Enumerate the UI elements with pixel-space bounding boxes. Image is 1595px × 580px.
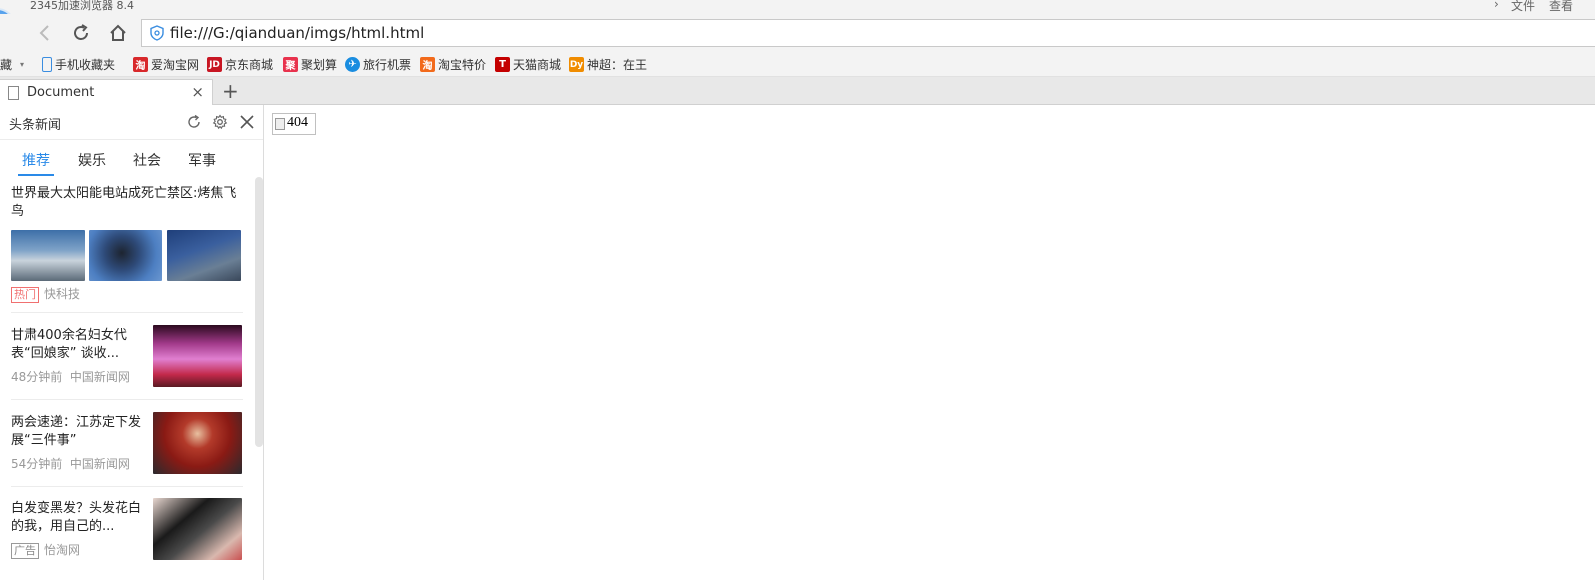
news-image[interactable] [89,230,162,281]
bookmark-label: 天猫商城 [513,58,562,72]
back-arrow-icon [39,25,49,41]
back-button[interactable] [32,20,58,46]
address-bar[interactable]: file:///G:/qianduan/imgs/html.html [141,19,1595,47]
bookmark-item[interactable]: ✈ 旅行机票 [345,56,411,73]
reload-icon [74,24,88,40]
news-image[interactable] [153,325,242,387]
broken-image-alt: 404 [287,115,308,130]
tmall-icon: T [495,57,510,72]
bookmark-item[interactable]: Dy 神超：在王 [569,56,647,73]
new-tab-button[interactable]: + [222,79,239,103]
tab-entertainment[interactable]: 娱乐 [78,150,106,170]
bookmark-item[interactable]: 聚 聚划算 [283,56,337,73]
bookmark-label: 手机收藏夹 [55,58,116,72]
refresh-icon[interactable] [186,114,202,130]
navigation-bar: file:///G:/qianduan/imgs/html.html [0,14,1595,52]
news-source: 中国新闻网 [69,370,130,384]
close-icon[interactable] [239,114,255,130]
tab-title: Document [27,85,95,100]
bookmark-label: 爱淘宝网 [151,58,200,72]
taobao-sale-icon: 淘 [420,57,435,72]
ad-tag: 广告 [11,543,39,559]
news-image[interactable] [167,230,241,281]
hot-tag: 热门 [11,287,39,303]
home-button[interactable] [105,20,131,46]
news-item[interactable]: 甘肃400余名妇女代表“回娘家” 谈收... 48分钟前 中国新闻网 [11,327,141,385]
bookmark-item[interactable]: JD 京东商城 [207,56,273,73]
sidebar-tabs: 推荐 娱乐 社会 军事 [0,141,263,177]
tab-document[interactable]: Document × [0,79,213,106]
bookmark-item[interactable]: 手机收藏夹 [42,56,115,73]
news-title: 白发变黑发？头发花白的我，用自己的... [11,501,142,534]
security-shield-icon [150,25,164,41]
bookmark-label: 淘宝特价 [438,58,487,72]
page-content: 404 [265,105,1595,580]
juhuasuan-icon: 聚 [283,57,298,72]
divider [11,399,243,400]
news-meta: 54分钟前 中国新闻网 [11,455,141,472]
menu-file[interactable]: 文件 [1511,0,1535,14]
close-tab-icon[interactable]: × [191,83,204,101]
news-time: 48分钟前 [11,370,63,384]
phone-icon [42,57,52,72]
bookmark-label: 京东商城 [225,58,274,72]
bookmarks-bar: 藏 ▾ 手机收藏夹 淘 爱淘宝网 JD 京东商城 聚 聚划算 ✈ 旅行机票 淘 … [0,52,1595,77]
gear-icon[interactable] [212,114,228,130]
tab-recommend[interactable]: 推荐 [22,150,50,170]
news-title: 两会速递：江苏定下发展“三件事” [11,415,142,448]
bookmark-item[interactable]: 淘 爱淘宝网 [133,56,199,73]
douyu-icon: Dy [569,57,584,72]
tab-military[interactable]: 军事 [188,150,216,170]
reload-button[interactable] [68,20,94,46]
active-tab-indicator [18,174,54,176]
divider [11,486,243,487]
taobao-icon: 淘 [133,57,148,72]
news-source: 中国新闻网 [69,457,130,471]
tab-society[interactable]: 社会 [133,150,161,170]
bookmark-item[interactable]: T 天猫商城 [495,56,561,73]
sidebar-scrollbar[interactable] [255,177,263,447]
news-image[interactable] [153,498,242,560]
news-source: 快科技 [44,287,81,301]
news-meta: 48分钟前 中国新闻网 [11,368,141,385]
news-sidebar: 头条新闻 推荐 娱乐 社会 军事 世界最大太阳能电站成死亡禁区:烤焦飞鸟 热门快… [0,105,264,580]
tab-strip: Document × + [0,77,1595,106]
sidebar-title: 头条新闻 [9,118,62,133]
bookmark-favorites[interactable]: 藏 ▾ [0,56,24,73]
news-item[interactable]: 世界最大太阳能电站成死亡禁区:烤焦飞鸟 [11,185,243,221]
title-bar: 2345加速浏览器 8.4 › 文件 查看 [0,0,1595,14]
news-meta: 热门 快科技 [11,285,80,303]
broken-image: 404 [272,113,316,135]
bookmark-label: 神超：在王 [587,58,648,72]
divider [11,312,243,313]
bookmark-label: 聚划算 [301,58,338,72]
menu-view[interactable]: 查看 [1549,0,1573,14]
news-image[interactable] [11,230,85,281]
document-icon [8,86,19,100]
news-time: 54分钟前 [11,457,63,471]
home-icon [110,24,126,41]
app-title: 2345加速浏览器 8.4 [30,0,134,12]
chevron-right-icon: › [1494,0,1499,11]
dropdown-arrow-icon: ▾ [20,60,25,69]
news-item[interactable]: 两会速递：江苏定下发展“三件事” 54分钟前 中国新闻网 [11,414,141,472]
news-item[interactable]: 白发变黑发？头发花白的我，用自己的... 广告 怡淘网 [11,500,141,559]
news-title: 甘肃400余名妇女代表“回娘家” 谈收... [11,328,127,361]
travel-icon: ✈ [345,57,360,72]
bookmark-item[interactable]: 淘 淘宝特价 [420,56,486,73]
url-text: file:///G:/qianduan/imgs/html.html [170,24,425,42]
bookmark-label: 旅行机票 [363,58,412,72]
news-title: 世界最大太阳能电站成死亡禁区:烤焦飞鸟 [11,186,237,219]
jd-icon: JD [207,57,222,72]
favorites-label: 藏 [0,58,13,72]
sidebar-header: 头条新闻 [0,105,263,140]
broken-image-icon [275,118,285,130]
news-meta: 广告 怡淘网 [11,541,141,559]
news-image[interactable] [153,412,242,474]
news-source: 怡淘网 [44,543,81,557]
